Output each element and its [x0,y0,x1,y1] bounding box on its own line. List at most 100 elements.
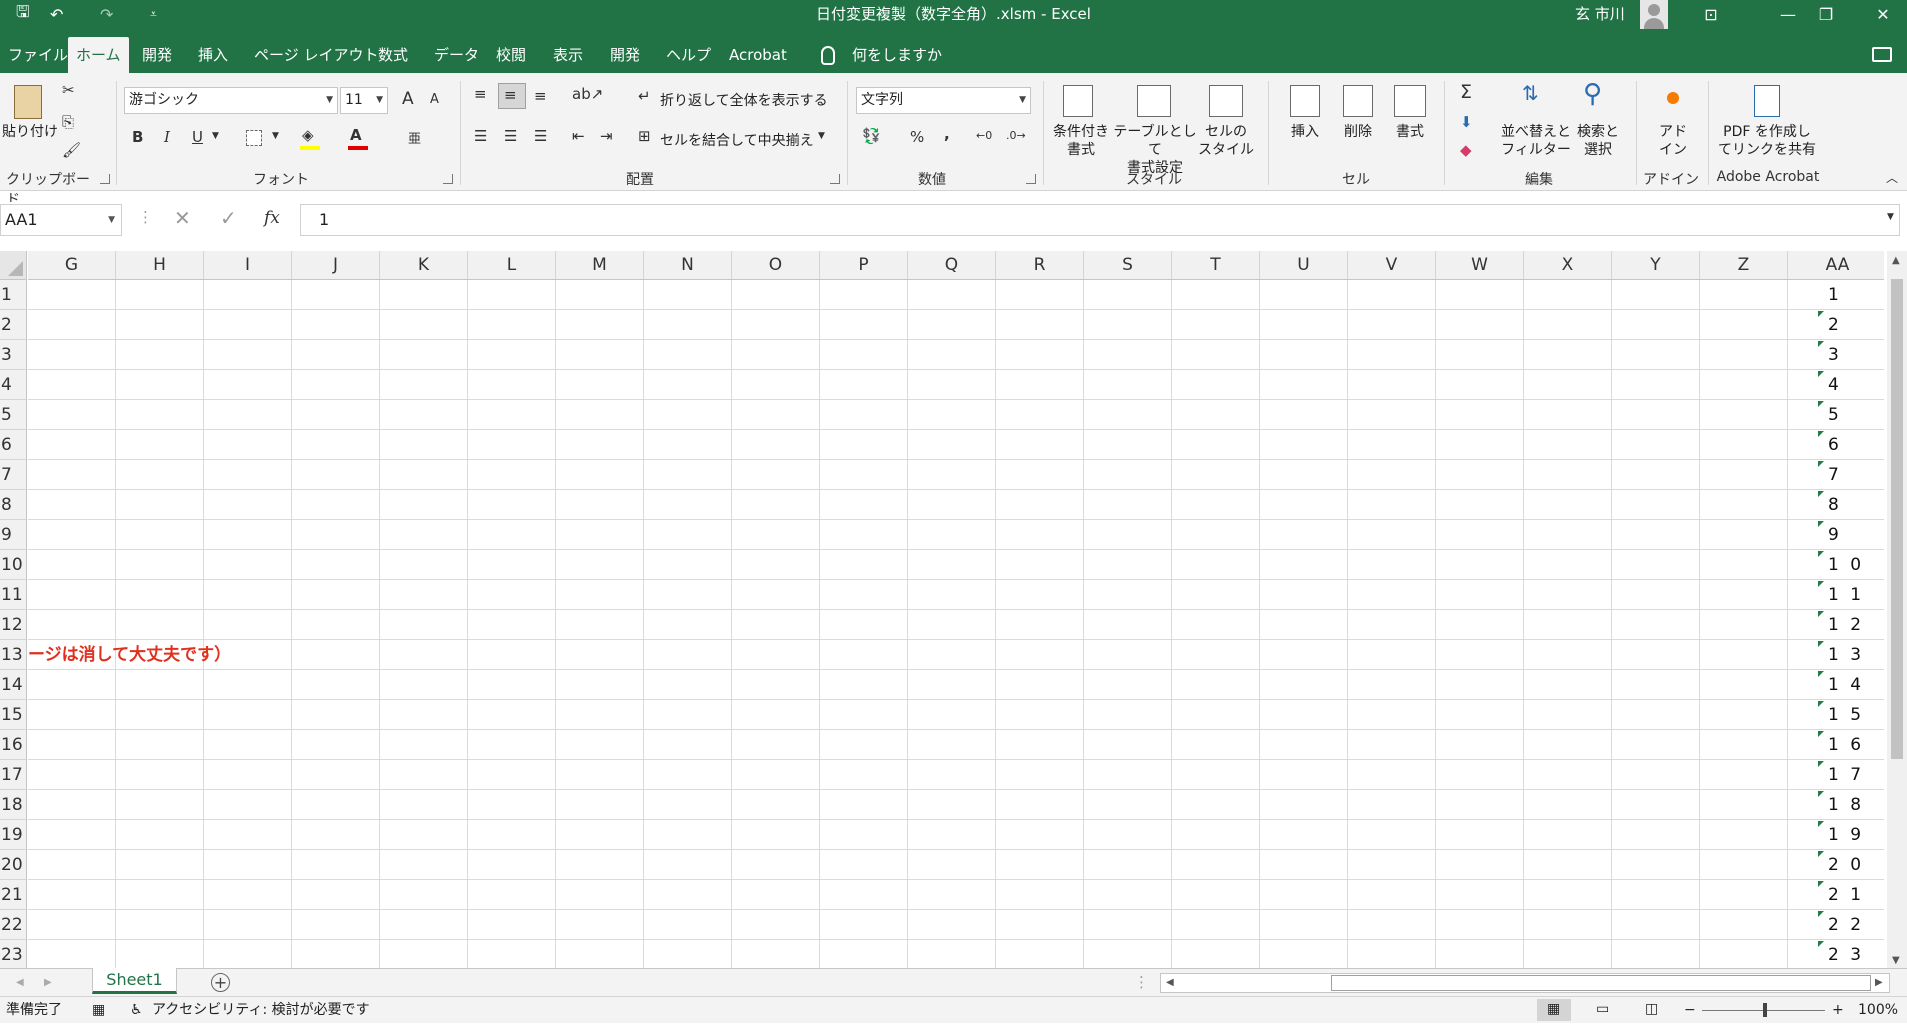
sort-filter-icon[interactable]: ⇅ [1522,81,1539,105]
error-indicator-icon[interactable] [1818,491,1824,497]
enter-icon[interactable]: ✓ [220,206,237,230]
tab-home[interactable]: ホーム [68,37,129,73]
decrease-indent-icon[interactable]: ⇤ [572,127,585,145]
copy-icon[interactable]: ⎘ [62,113,74,131]
number-launcher-icon[interactable] [1026,174,1036,184]
row-header-10[interactable]: 10 [0,550,26,580]
sort-filter-button[interactable]: 並べ替えと フィルター [1500,123,1572,159]
row-header-21[interactable]: 21 [0,880,26,910]
clear-icon[interactable]: ◆ [1460,141,1472,159]
font-size-select[interactable]: 11 ▼ [340,87,388,114]
error-indicator-icon[interactable] [1818,311,1824,317]
accessibility-icon[interactable]: ♿ [130,997,143,1024]
expand-formula-bar-icon[interactable]: ▼ [1887,212,1894,222]
cell-aa-3[interactable]: 3 [1828,340,1884,370]
autosum-icon[interactable]: Σ [1460,81,1472,103]
row-header-7[interactable]: 7 [0,460,26,490]
align-right-icon[interactable]: ☰ [534,127,547,145]
cell-note-red[interactable]: ージは消して大丈夫です） [28,640,231,670]
cut-icon[interactable]: ✂ [62,81,75,99]
add-sheet-button[interactable]: + [211,973,230,992]
formula-input[interactable]: 1 [300,204,1900,236]
zoom-level[interactable]: 100% [1858,997,1898,1024]
error-indicator-icon[interactable] [1818,851,1824,857]
cell-aa-8[interactable]: 8 [1828,490,1884,520]
column-header-aa[interactable]: AA [1788,251,1888,279]
prev-sheet-icon[interactable]: ◀ [16,977,24,988]
cell-aa-18[interactable]: 1 8 [1828,790,1884,820]
error-indicator-icon[interactable] [1818,611,1824,617]
cell-aa-16[interactable]: 1 6 [1828,730,1884,760]
format-cells-icon[interactable] [1394,85,1426,117]
normal-view-button[interactable]: ▦ [1537,999,1571,1021]
error-indicator-icon[interactable] [1818,941,1824,947]
formula-bar-menu-icon[interactable]: ⋮ [138,208,153,226]
addin-icon[interactable] [1667,92,1679,104]
bold-button[interactable]: B [132,128,143,146]
delete-cells-icon[interactable] [1343,85,1373,117]
addin-button[interactable]: アド イン [1648,123,1698,159]
paste-icon[interactable] [14,85,42,119]
cell-aa-1[interactable]: 1 [1828,280,1884,310]
row-header-20[interactable]: 20 [0,850,26,880]
column-header-n[interactable]: N [644,251,732,279]
row-header-12[interactable]: 12 [0,610,26,640]
column-header-z[interactable]: Z [1700,251,1788,279]
splitter-icon[interactable]: ⋮ [1134,973,1149,991]
page-break-view-button[interactable]: ◫ [1635,999,1669,1021]
chevron-down-icon[interactable]: ▼ [212,131,219,141]
insert-cells-button[interactable]: 挿入 [1280,123,1330,141]
row-header-9[interactable]: 9 [0,520,26,550]
accessibility-status[interactable]: アクセシビリティ: 検討が必要です [152,997,370,1024]
error-indicator-icon[interactable] [1818,641,1824,647]
chevron-down-icon[interactable]: ▼ [272,131,279,141]
column-header-y[interactable]: Y [1612,251,1700,279]
cell-aa-12[interactable]: 1 2 [1828,610,1884,640]
next-sheet-icon[interactable]: ▶ [44,977,52,988]
tab-help[interactable]: ヘルプ [658,37,719,73]
error-indicator-icon[interactable] [1818,401,1824,407]
horizontal-scrollbar[interactable]: ◀ ▶ [1160,973,1890,993]
scroll-right-icon[interactable]: ▶ [1875,977,1883,988]
error-indicator-icon[interactable] [1818,821,1824,827]
fill-icon[interactable]: ⬇ [1460,113,1473,131]
column-header-i[interactable]: I [204,251,292,279]
font-name-select[interactable]: 游ゴシック ▼ [124,87,338,114]
increase-decimal-icon[interactable]: ←0 [976,129,992,142]
collapse-ribbon-icon[interactable]: ︿ [1886,169,1898,186]
error-indicator-icon[interactable] [1818,521,1824,527]
column-header-r[interactable]: R [996,251,1084,279]
row-header-16[interactable]: 16 [0,730,26,760]
conditional-formatting-button[interactable]: 条件付き 書式 [1048,123,1114,159]
name-box[interactable]: AA1 ▼ [0,204,122,236]
ribbon-display-options-icon[interactable]: ⊡ [1688,0,1734,29]
error-indicator-icon[interactable] [1818,551,1824,557]
cell-aa-9[interactable]: 9 [1828,520,1884,550]
row-header-6[interactable]: 6 [0,430,26,460]
delete-cells-button[interactable]: 削除 [1333,123,1383,141]
column-header-h[interactable]: H [116,251,204,279]
cell-aa-7[interactable]: 7 [1828,460,1884,490]
error-indicator-icon[interactable] [1818,791,1824,797]
cell-grid[interactable]: 1234567891 01 11 21 31 41 51 61 71 81 92… [28,280,1884,970]
column-header-p[interactable]: P [820,251,908,279]
find-select-button[interactable]: 検索と 選択 [1572,123,1624,159]
column-header-o[interactable]: O [732,251,820,279]
merge-center-icon[interactable]: ⊞ [638,127,651,145]
column-header-k[interactable]: K [380,251,468,279]
row-header-3[interactable]: 3 [0,340,26,370]
row-header-4[interactable]: 4 [0,370,26,400]
insert-cells-icon[interactable] [1290,85,1320,117]
column-header-x[interactable]: X [1524,251,1612,279]
cell-aa-21[interactable]: 2 1 [1828,880,1884,910]
cell-styles-icon[interactable] [1209,85,1243,117]
row-header-5[interactable]: 5 [0,400,26,430]
column-header-s[interactable]: S [1084,251,1172,279]
cell-aa-19[interactable]: 1 9 [1828,820,1884,850]
cell-aa-2[interactable]: 2 [1828,310,1884,340]
column-header-v[interactable]: V [1348,251,1436,279]
cell-aa-10[interactable]: 1 0 [1828,550,1884,580]
tab-insert[interactable]: 挿入 [190,37,236,73]
tab-acrobat[interactable]: Acrobat [721,37,795,73]
error-indicator-icon[interactable] [1818,341,1824,347]
